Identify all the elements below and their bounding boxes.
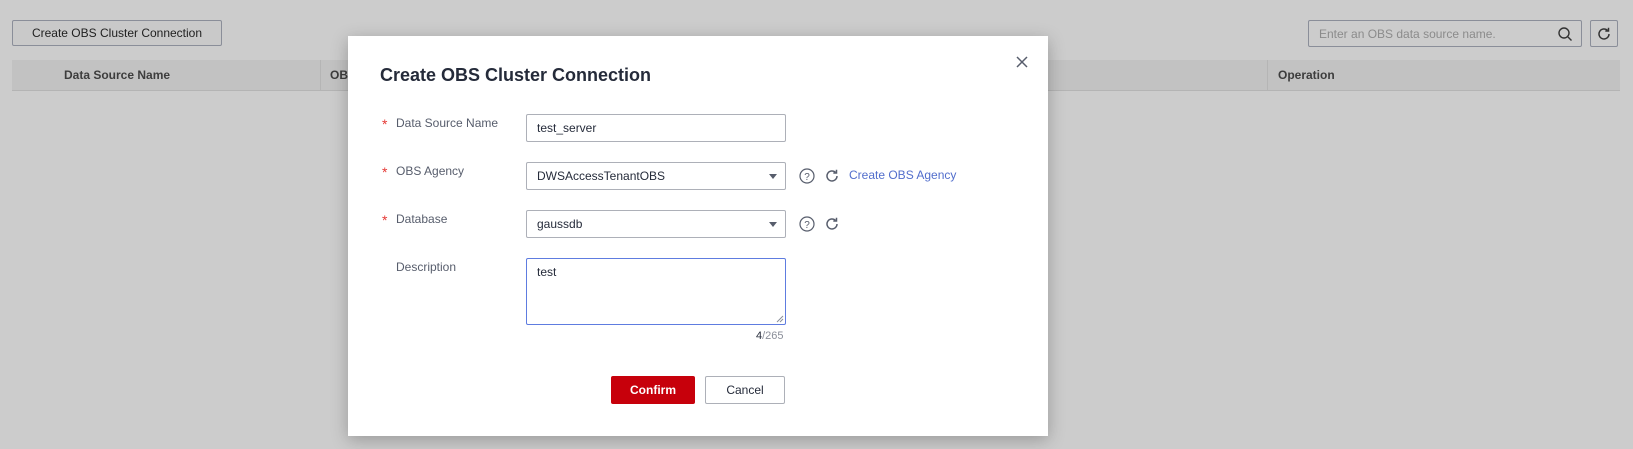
create-obs-agency-link[interactable]: Create OBS Agency: [849, 168, 956, 182]
svg-text:?: ?: [804, 172, 810, 183]
obs-agency-select[interactable]: DWSAccessTenantOBS: [526, 162, 786, 190]
character-counter: 4/265: [756, 330, 784, 342]
refresh-icon[interactable]: [824, 216, 840, 232]
column-obs[interactable]: OB: [330, 68, 348, 82]
cancel-button[interactable]: Cancel: [705, 376, 785, 404]
column-divider: [1267, 60, 1268, 90]
chevron-down-icon: [769, 222, 777, 227]
database-select[interactable]: gaussdb: [526, 210, 786, 238]
column-data-source-name[interactable]: Data Source Name: [64, 68, 170, 82]
help-icon[interactable]: ?: [799, 168, 815, 184]
description-textarea[interactable]: test: [526, 258, 786, 325]
search-icon[interactable]: [1557, 26, 1573, 42]
create-obs-connection-button[interactable]: Create OBS Cluster Connection: [12, 20, 222, 46]
dialog-title: Create OBS Cluster Connection: [380, 65, 652, 85]
create-obs-connection-button-label: Create OBS Cluster Connection: [31, 26, 203, 40]
description-label: Description: [396, 260, 457, 274]
data-source-name-input[interactable]: test_server: [526, 114, 786, 142]
chevron-down-icon: [769, 174, 777, 179]
description-value: test: [537, 265, 557, 279]
required-mark: *: [382, 212, 388, 228]
database-value: gaussdb: [537, 217, 583, 231]
database-label: Database: [396, 212, 448, 226]
column-operation[interactable]: Operation: [1278, 68, 1335, 82]
svg-text:?: ?: [804, 220, 810, 231]
required-mark: *: [382, 164, 388, 180]
required-mark: *: [382, 116, 388, 132]
help-icon[interactable]: ?: [799, 216, 815, 232]
resize-handle-icon[interactable]: [776, 315, 784, 323]
obs-agency-label: OBS Agency: [396, 164, 465, 178]
data-source-name-value: test_server: [537, 121, 597, 135]
data-source-name-label: Data Source Name: [396, 116, 499, 130]
obs-agency-value: DWSAccessTenantOBS: [537, 169, 666, 183]
search-input[interactable]: Enter an OBS data source name.: [1308, 20, 1582, 47]
table-refresh-button[interactable]: [1590, 20, 1618, 47]
refresh-icon: [1598, 27, 1610, 40]
refresh-icon[interactable]: [824, 168, 840, 184]
character-max: /265: [762, 330, 784, 342]
create-obs-connection-dialog: Create OBS Cluster Connection * Data Sou…: [348, 36, 1048, 436]
search-placeholder: Enter an OBS data source name.: [1319, 27, 1496, 41]
confirm-button[interactable]: Confirm: [611, 376, 695, 404]
column-divider: [320, 60, 321, 90]
close-icon[interactable]: [1014, 54, 1030, 70]
